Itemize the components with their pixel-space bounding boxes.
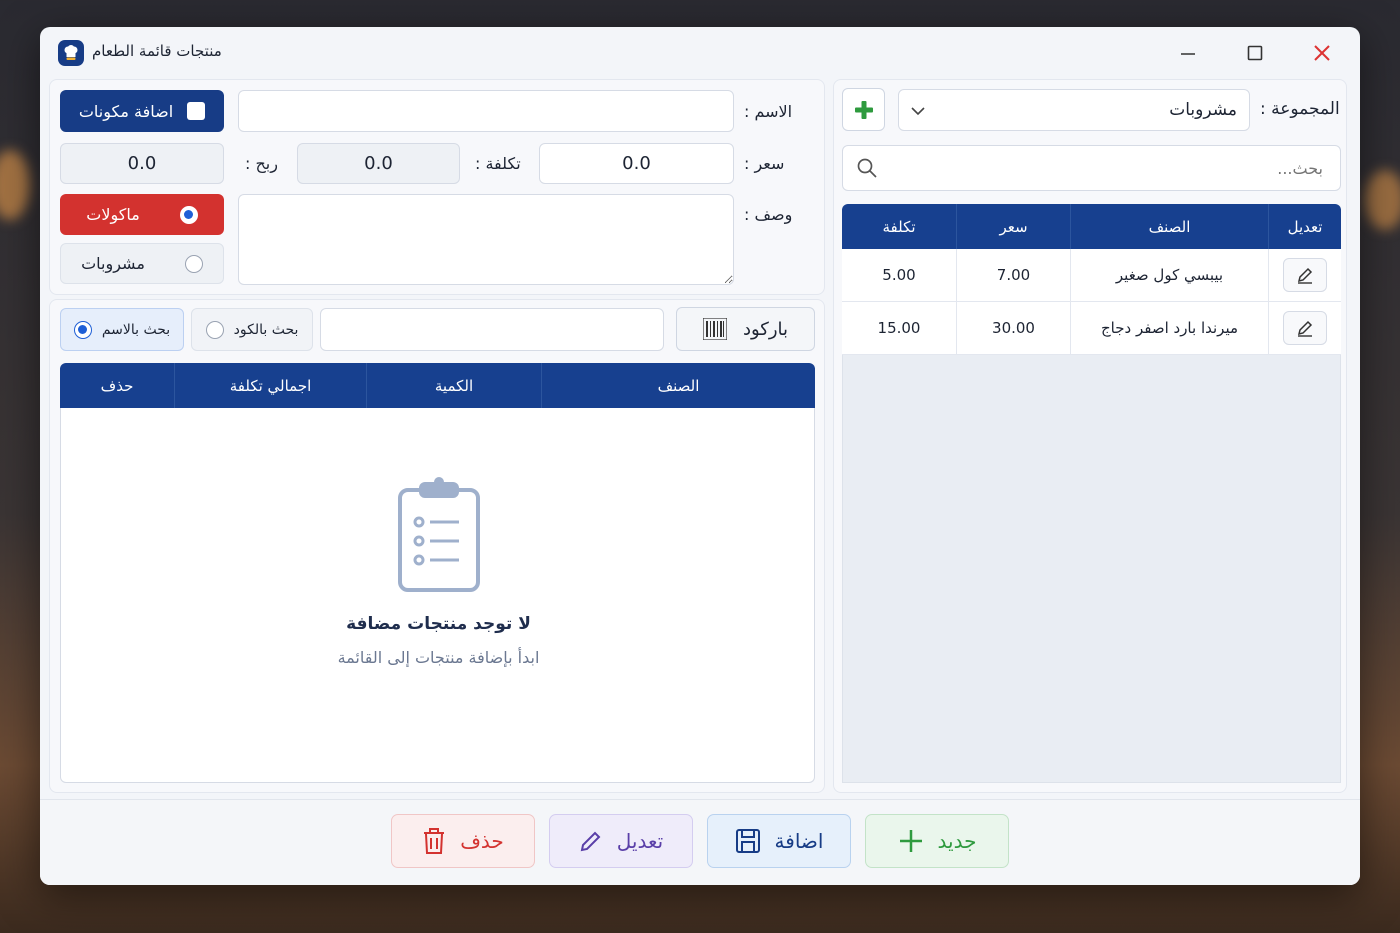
edit-row-button[interactable]	[1283, 311, 1327, 345]
cost-label: تكلفة :	[475, 154, 521, 173]
checkbox[interactable]	[187, 102, 206, 120]
radio-food[interactable]	[179, 205, 198, 224]
header-edit: تعديل	[1268, 204, 1341, 249]
search-by-code-option[interactable]: بحث بالكود	[191, 308, 313, 351]
price-input[interactable]	[539, 143, 734, 184]
close-button[interactable]	[1302, 39, 1342, 67]
plus-icon	[899, 830, 922, 852]
window-title: منتجات قائمة الطعام	[92, 42, 222, 60]
row-item-name: ميرندا بارد اصفر دجاج	[1070, 302, 1268, 354]
add-ingredients-button[interactable]: اضافة مكونات	[60, 90, 224, 132]
header-delete: حذف	[100, 376, 134, 395]
type-food-option[interactable]: ماكولات	[60, 194, 224, 235]
group-select[interactable]: مشروبات	[898, 89, 1250, 131]
chevron-down-icon	[911, 101, 925, 120]
header-cost: تكلفة	[882, 217, 916, 236]
trash-icon	[424, 828, 445, 854]
add-ingredients-label: اضافة مكونات	[78, 101, 174, 121]
barcode-button[interactable]: باركود	[676, 307, 815, 351]
radio-search-code[interactable]	[205, 320, 224, 339]
header-item: الصنف	[1070, 204, 1268, 249]
table-row[interactable]: ميرندا بارد اصفر دجاج 30.00 15.00	[842, 302, 1341, 355]
ingredient-search-input[interactable]	[320, 308, 664, 351]
edit-row-button[interactable]	[1283, 258, 1327, 292]
name-input[interactable]	[238, 90, 734, 132]
minimize-button[interactable]	[1168, 39, 1208, 67]
ingredients-table-body: لا توجد منتجات مضافة ابدأ بإضافة منتجات …	[60, 408, 815, 783]
radio-search-name[interactable]	[73, 320, 92, 339]
row-price: 30.00	[956, 302, 1070, 354]
row-price: 7.00	[956, 249, 1070, 301]
search-input[interactable]	[883, 146, 1323, 190]
group-label: المجموعة :	[1260, 99, 1340, 119]
save-icon	[735, 829, 760, 853]
type-food-label: ماكولات	[86, 205, 140, 224]
barcode-label: باركود	[742, 318, 789, 340]
chef-hat-icon	[58, 40, 84, 66]
background-light	[0, 150, 30, 220]
delete-label: حذف	[460, 829, 504, 853]
products-table-header: تعديل الصنف سعر تكلفة	[842, 204, 1341, 249]
search-by-name-label: بحث بالاسم	[101, 321, 171, 338]
row-item-name: بيبسي كول صغير	[1070, 249, 1268, 301]
empty-state-title: لا توجد منتجات مضافة	[346, 614, 531, 634]
add-label: اضافة	[774, 829, 824, 853]
search-input-wrap	[842, 145, 1341, 191]
table-row[interactable]: بيبسي كول صغير 7.00 5.00	[842, 249, 1341, 302]
add-button[interactable]: اضافة	[707, 814, 851, 868]
clipboard-icon	[397, 476, 481, 598]
profit-input[interactable]	[60, 143, 224, 184]
barcode-icon	[702, 318, 727, 340]
search-by-code-label: بحث بالكود	[233, 321, 299, 338]
action-bar	[40, 799, 1360, 885]
row-cost: 5.00	[882, 266, 916, 284]
cost-input[interactable]	[297, 143, 460, 184]
type-drinks-label: مشروبات	[81, 254, 145, 273]
pencil-icon	[1297, 267, 1313, 284]
delete-button[interactable]: حذف	[391, 814, 535, 868]
edit-button[interactable]: تعديل	[549, 814, 693, 868]
header-total-cost: اجمالي تكلفة	[174, 363, 366, 408]
name-label: الاسم :	[744, 102, 793, 121]
search-by-name-option[interactable]: بحث بالاسم	[60, 308, 184, 351]
plus-icon	[854, 100, 873, 119]
new-button[interactable]: جديد	[865, 814, 1009, 868]
edit-label: تعديل	[616, 829, 664, 853]
add-group-button[interactable]	[842, 88, 885, 131]
background-light	[1365, 170, 1400, 230]
group-selected-value: مشروبات	[1169, 100, 1237, 120]
ingredients-table-header: الصنف الكمية اجمالي تكلفة حذف	[60, 363, 815, 408]
radio-drinks[interactable]	[184, 254, 203, 273]
maximize-button[interactable]	[1235, 39, 1275, 67]
pencil-icon	[580, 831, 601, 852]
description-label: وصف :	[744, 205, 793, 224]
header-item: الصنف	[541, 363, 815, 408]
search-icon	[857, 158, 877, 182]
price-label: سعر :	[744, 154, 785, 173]
row-cost: 15.00	[877, 319, 921, 337]
description-input[interactable]	[238, 194, 734, 285]
header-quantity: الكمية	[366, 363, 541, 408]
app-window: منتجات قائمة الطعام المجموعة : مشروبات ت…	[40, 27, 1360, 885]
profit-label: ربح :	[245, 154, 278, 173]
new-label: جديد	[937, 829, 977, 853]
pencil-icon	[1297, 320, 1313, 337]
type-drinks-option[interactable]: مشروبات	[60, 243, 224, 284]
empty-state-subtitle: ابدأ بإضافة منتجات إلى القائمة	[337, 648, 540, 667]
edit-cell	[1268, 249, 1341, 301]
header-price: سعر	[956, 204, 1070, 249]
title-bar: منتجات قائمة الطعام	[40, 27, 1360, 79]
edit-cell	[1268, 302, 1341, 354]
